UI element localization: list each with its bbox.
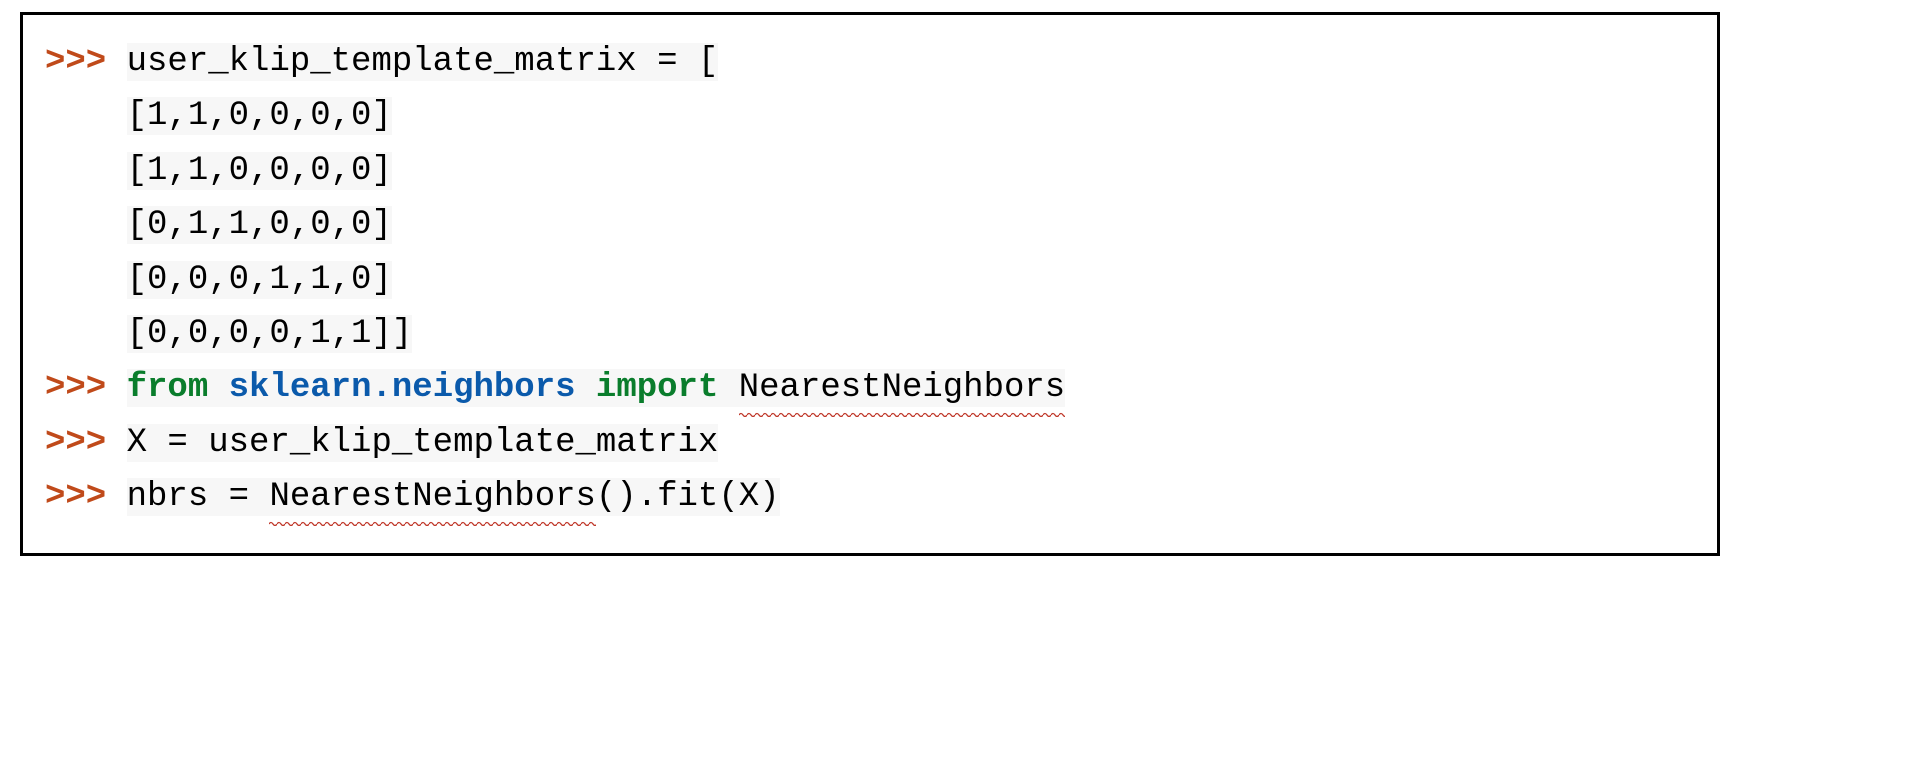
prompt: >>> xyxy=(45,478,106,516)
code-block: >>> user_klip_template_matrix = [ [1,1,0… xyxy=(20,12,1720,556)
matrix-row: [1,1,0,0,0,0] xyxy=(127,152,392,190)
keyword-import: import xyxy=(596,369,718,407)
code-line-matrix-2: [0,1,1,0,0,0] xyxy=(45,198,1695,252)
code-text: nbrs = xyxy=(127,478,270,516)
code-text: user_klip_template_matrix = [ xyxy=(127,43,719,81)
code-line-nbrs: >>> nbrs = NearestNeighbors().fit(X) xyxy=(45,470,1695,524)
code-line-assign-x: >>> X = user_klip_template_matrix xyxy=(45,416,1695,470)
prompt: >>> xyxy=(45,43,106,81)
module-name: sklearn.neighbors xyxy=(229,369,576,407)
prompt: >>> xyxy=(45,424,106,462)
import-identifier: NearestNeighbors xyxy=(739,361,1065,415)
code-line-matrix-1: [1,1,0,0,0,0] xyxy=(45,144,1695,198)
prompt: >>> xyxy=(45,369,106,407)
code-line-matrix-0: [1,1,0,0,0,0] xyxy=(45,89,1695,143)
keyword-from: from xyxy=(127,369,209,407)
matrix-row: [0,0,0,0,1,1]] xyxy=(127,315,413,353)
code-text: ().fit(X) xyxy=(596,478,780,516)
matrix-row: [1,1,0,0,0,0] xyxy=(127,97,392,135)
matrix-row: [0,0,0,1,1,0] xyxy=(127,261,392,299)
code-line-matrix-3: [0,0,0,1,1,0] xyxy=(45,253,1695,307)
code-line-1: >>> user_klip_template_matrix = [ xyxy=(45,35,1695,89)
code-text: X = user_klip_template_matrix xyxy=(127,424,719,462)
code-line-import: >>> from sklearn.neighbors import Neares… xyxy=(45,361,1695,415)
matrix-row: [0,1,1,0,0,0] xyxy=(127,206,392,244)
identifier: NearestNeighbors xyxy=(269,470,595,524)
code-line-matrix-4: [0,0,0,0,1,1]] xyxy=(45,307,1695,361)
